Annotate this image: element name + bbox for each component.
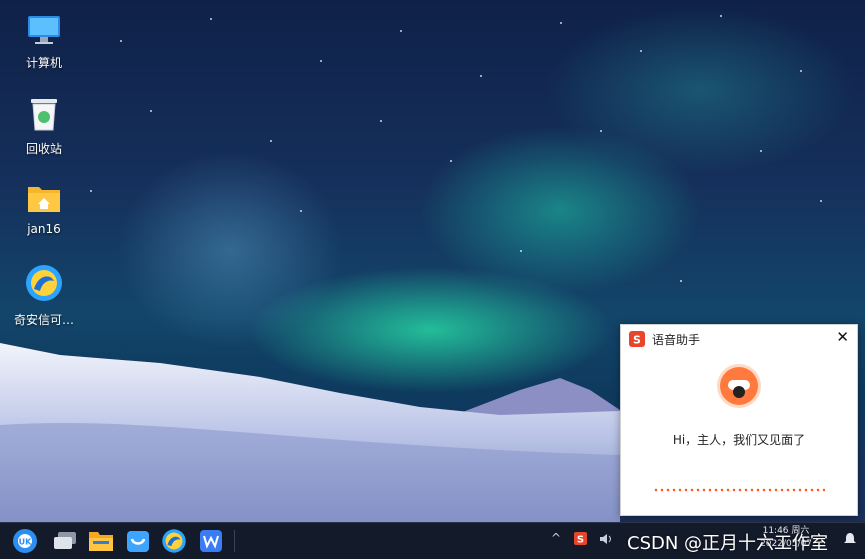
svg-text:UK: UK	[19, 538, 32, 547]
voice-waveform	[653, 488, 825, 492]
desktop-icon-computer[interactable]: 计算机	[9, 14, 79, 71]
file-manager-button[interactable]	[87, 527, 115, 555]
voice-assistant-dialog: S 语音助手 ✕ Hi，主人，我们又见面了	[620, 324, 858, 516]
qianxin-browser-button[interactable]	[160, 527, 188, 555]
desktop-icon-recycle-bin[interactable]: 回收站	[9, 96, 79, 157]
show-hidden-icons-icon[interactable]: ^	[551, 531, 561, 545]
svg-text:S: S	[577, 535, 584, 546]
volume-icon[interactable]	[599, 533, 613, 545]
multitask-view-button[interactable]	[51, 527, 79, 555]
desktop-icon-qianxin-browser[interactable]: 奇安信可…	[9, 263, 79, 328]
desktop-icon-label: 回收站	[25, 142, 62, 156]
app-store-icon	[127, 531, 149, 552]
greeting-message: Hi，主人，我们又见面了	[672, 433, 806, 447]
desktop-icon-label: 奇安信可…	[13, 313, 74, 327]
taskbar-divider	[234, 530, 235, 552]
wps-icon	[200, 530, 222, 552]
wps-button[interactable]	[197, 527, 225, 555]
qianxin-browser-icon	[162, 529, 186, 553]
svg-text:S: S	[633, 334, 641, 347]
desktop-icon-label: 计算机	[25, 56, 62, 70]
multitask-view-icon	[54, 532, 76, 549]
assistant-avatar-icon	[717, 364, 761, 408]
computer-icon	[28, 16, 60, 44]
close-icon[interactable]: ✕	[836, 328, 849, 346]
sogou-input-icon[interactable]: S	[574, 532, 587, 545]
qianxin-browser-icon	[26, 265, 62, 301]
file-manager-icon	[89, 532, 113, 551]
recycle-bin-icon	[31, 99, 57, 131]
start-menu-icon: UK	[13, 529, 37, 553]
desktop-icon-label: jan16	[27, 222, 61, 236]
app-store-button[interactable]	[124, 527, 152, 555]
sogou-logo-icon: S	[629, 331, 645, 347]
csdn-watermark: CSDN @正月十六工作室	[627, 533, 829, 554]
notification-icon[interactable]	[843, 532, 857, 546]
desktop-icon-home-folder[interactable]: jan16	[9, 182, 79, 236]
start-menu-button[interactable]: UK	[11, 527, 39, 555]
dialog-title: 语音助手	[652, 333, 701, 347]
home-folder-icon	[28, 187, 60, 212]
